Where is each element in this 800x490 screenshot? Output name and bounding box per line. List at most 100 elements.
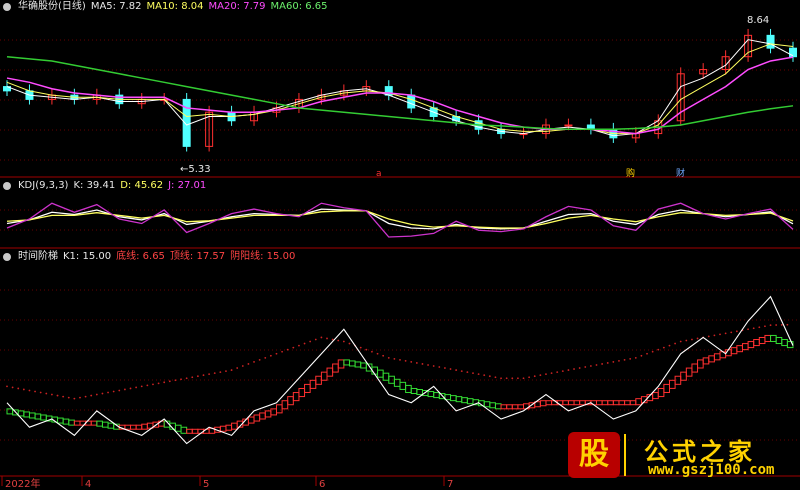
stock-title: 华确股份(日线): [18, 1, 86, 12]
top-line-dot: [236, 367, 239, 369]
top-line-dot: [696, 337, 699, 340]
stair-step: [343, 359, 350, 366]
stair-step: [685, 367, 693, 377]
top-line-dot: [477, 373, 480, 376]
top-line-dot: [460, 370, 463, 372]
stair-step: [270, 408, 277, 416]
signal-mark: a: [376, 169, 382, 179]
candle-body: [564, 124, 573, 127]
top-line-dot: [421, 363, 424, 365]
top-line-dot: [758, 326, 761, 329]
watermark-divider: [624, 434, 626, 476]
top-line-dot: [28, 389, 31, 392]
kdj-line-j: [6, 202, 794, 238]
top-line-dot: [488, 375, 491, 378]
stair-step: [320, 371, 328, 381]
stair-step: [231, 422, 238, 430]
stair-step: [388, 375, 395, 384]
stair-step: [219, 425, 227, 432]
stair-step: [494, 403, 502, 410]
x-tick-label: 4: [85, 479, 91, 490]
top-line-dot: [34, 390, 36, 393]
stair-step: [730, 347, 738, 355]
top-line-dot: [281, 350, 283, 353]
watermark: 股 公式之家 www.gszj100.com: [560, 430, 800, 485]
stair-step: [326, 367, 334, 377]
j-readout: J: 27.01: [168, 180, 207, 191]
panel-toggle-icon[interactable]: [3, 3, 11, 11]
stair-step: [141, 423, 148, 430]
stair-step: [399, 381, 407, 390]
ma5-readout: MA5: 7.82: [90, 1, 142, 12]
top-line-dot: [157, 382, 160, 385]
top-line-dot: [589, 365, 592, 367]
stair-step: [668, 379, 676, 389]
top-line-dot: [500, 377, 502, 380]
stair-step: [618, 400, 626, 406]
top-line-dot: [438, 366, 441, 368]
top-line-dot: [67, 396, 70, 399]
panel-toggle-icon[interactable]: [3, 182, 11, 190]
kdj-title: KDJ(9,3,3): [18, 180, 69, 191]
ma-line-ma10: [6, 43, 794, 135]
stock-chart: 8.64 ←5.33 a 购 财 2022年 4 5 6 7: [0, 15, 800, 490]
top-line-dot: [747, 328, 749, 331]
stair-step: [62, 418, 70, 425]
top-line-dot: [455, 369, 458, 371]
stair-step: [601, 400, 609, 406]
top-line-dot: [326, 337, 328, 340]
stair-step: [539, 400, 547, 407]
top-line-dot: [129, 387, 132, 390]
stair-step: [652, 392, 659, 400]
x-tick-label: 7: [447, 479, 453, 490]
top-line-dot: [314, 338, 317, 341]
stair-step: [713, 353, 721, 361]
stair-step: [775, 336, 783, 345]
candle-body: [407, 94, 416, 109]
top-line-dot: [365, 348, 368, 351]
stair-step: [461, 397, 468, 404]
top-line-dot: [646, 352, 648, 355]
top-line-dot: [376, 352, 379, 355]
top-line-dot: [724, 332, 727, 335]
top-line-dot: [359, 346, 362, 349]
stair-step: [657, 387, 665, 398]
top-line-dot: [348, 342, 351, 345]
stair-step: [674, 375, 682, 385]
top-line-dot: [107, 391, 109, 394]
stair-step: [489, 402, 496, 409]
k1-readout: K1: 15.00: [63, 251, 112, 262]
top-line-dot: [230, 369, 233, 371]
top-line-readout: 顶线: 17.57: [169, 251, 226, 262]
top-line-dot: [180, 378, 182, 381]
watermark-url: www.gszj100.com: [648, 462, 775, 478]
top-line-dot: [410, 361, 413, 363]
top-line-dot: [371, 350, 373, 353]
price-panel-header: 华确股份(日线) MA5: 7.82 MA10: 8.04 MA20: 7.79…: [0, 0, 328, 14]
stair-step: [663, 383, 670, 393]
stair-step: [253, 414, 261, 422]
stair-step: [96, 420, 103, 427]
stair-step: [741, 343, 749, 351]
stair-step: [68, 419, 75, 426]
stair-step: [354, 361, 362, 368]
stair-step: [612, 400, 620, 406]
stair-step: [691, 363, 699, 373]
stair-step: [596, 400, 603, 406]
top-line-dot: [679, 340, 682, 343]
top-line-dot: [775, 324, 778, 326]
top-line-dot: [51, 393, 53, 396]
stair-step: [781, 339, 788, 347]
top-line-dot: [79, 396, 81, 399]
d-readout: D: 45.62: [120, 180, 164, 191]
stair-step: [753, 339, 760, 347]
stair-step: [6, 408, 14, 415]
stair-step: [500, 404, 508, 410]
top-line-dot: [118, 389, 121, 392]
panel-toggle-icon[interactable]: [3, 253, 11, 261]
stair-step: [186, 428, 193, 434]
top-line-dot: [101, 392, 104, 395]
top-line-dot: [612, 361, 615, 363]
top-line-dot: [674, 342, 676, 345]
stair-step: [348, 360, 356, 367]
